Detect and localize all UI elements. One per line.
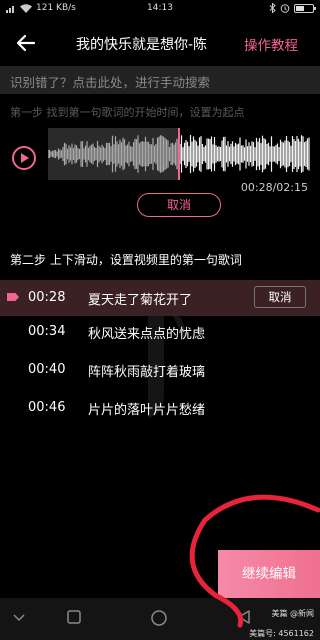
lyric-time: 00:28 <box>28 290 66 305</box>
play-icon[interactable] <box>12 146 36 170</box>
lyric-time: 00:46 <box>28 400 66 415</box>
continue-edit-button[interactable]: 继续编辑 <box>218 550 320 598</box>
watermark-id: 美篇号: 4561162 <box>249 629 314 638</box>
lyric-text: 秋风送来点点的忧虑 <box>88 327 206 342</box>
recent-apps-icon[interactable] <box>66 609 82 625</box>
lyric-row[interactable]: 00:46 片片的落叶片片愁绪 <box>0 390 320 426</box>
back-arrow-icon[interactable] <box>14 32 36 54</box>
lyric-time: 00:34 <box>28 324 66 339</box>
page-title: 我的快乐就是想你-陈 <box>76 37 208 53</box>
system-nav-bar: 美篇 @新闻 美篇号: 4561162 <box>0 598 320 640</box>
battery-icon <box>294 3 316 13</box>
back-triangle-icon[interactable] <box>236 609 252 625</box>
step1-instruction: 第一步 找到第一句歌词的开始时间，设置为起点 <box>10 106 245 119</box>
top-bar: 我的快乐就是想你-陈 操作教程 <box>0 22 320 64</box>
tutorial-link[interactable]: 操作教程 <box>244 34 298 54</box>
watermark-brand: 美篇 @新闻 <box>271 609 314 618</box>
step2-instruction: 第二步 上下滑动，设置视频里的第一句歌词 <box>10 253 242 267</box>
lyric-cancel-button[interactable]: 取消 <box>254 286 306 308</box>
lyric-row[interactable]: 00:34 秋风送来点点的忧虑 <box>0 314 320 350</box>
home-icon[interactable] <box>150 609 168 627</box>
cancel-start-button[interactable]: 取消 <box>137 193 221 217</box>
status-bar: 121 KB/s 14:13 <box>0 0 320 18</box>
current-marker-icon <box>7 293 19 301</box>
lyric-time: 00:40 <box>28 362 66 377</box>
lyric-row-active[interactable]: 00:28 夏天走了菊花开了 取消 <box>0 280 320 316</box>
manual-search-hint[interactable]: 识别错了？点击此处，进行手动搜索 <box>0 66 320 94</box>
alarm-icon <box>280 4 290 13</box>
chevron-down-icon[interactable] <box>12 612 26 622</box>
audio-waveform[interactable] <box>48 128 310 180</box>
lyric-text: 片片的落叶片片愁绪 <box>88 403 206 418</box>
lyric-row[interactable]: 00:40 阵阵秋雨敲打着玻璃 <box>0 352 320 388</box>
bluetooth-icon <box>269 3 276 13</box>
status-right <box>269 3 316 13</box>
lyric-text: 阵阵秋雨敲打着玻璃 <box>88 365 206 380</box>
lyric-text: 夏天走了菊花开了 <box>88 293 193 308</box>
playback-time: 00:28/02:15 <box>240 181 308 194</box>
